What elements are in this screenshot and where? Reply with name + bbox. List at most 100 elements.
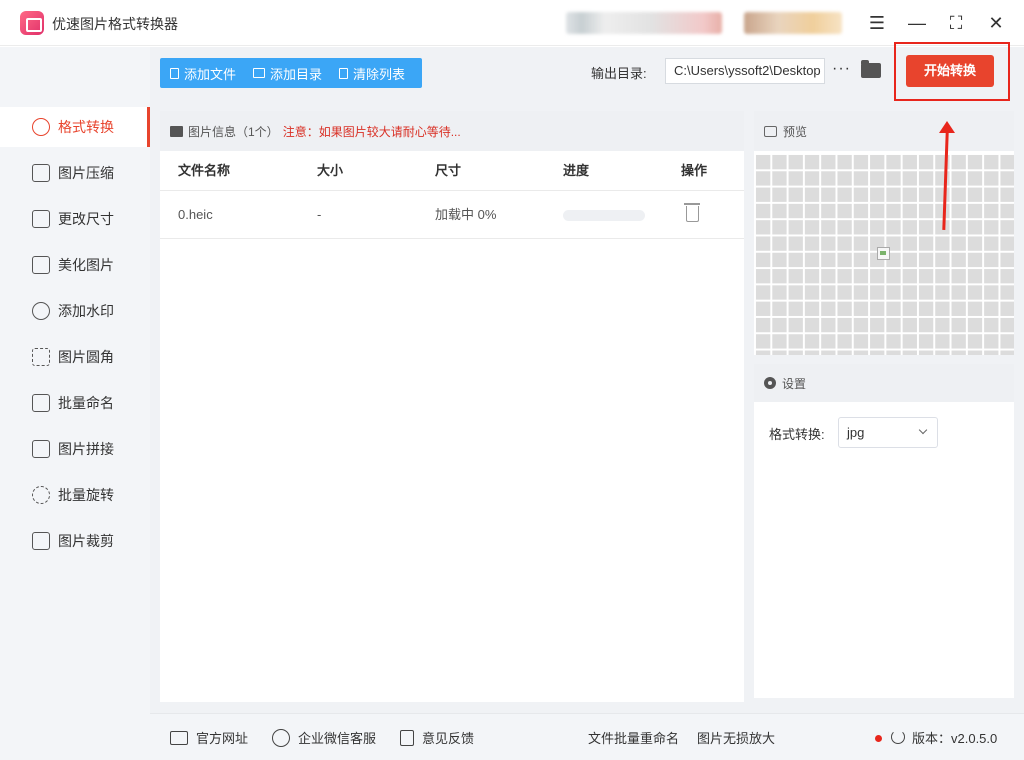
output-path-field[interactable]: C:\Users\yssoft2\Desktop bbox=[665, 58, 825, 84]
trash-icon bbox=[339, 67, 349, 79]
maximize-button[interactable]: ⛶ bbox=[945, 12, 967, 34]
crop-icon bbox=[32, 532, 50, 550]
format-select-value: jpg bbox=[847, 425, 865, 440]
chevron-down-icon bbox=[918, 425, 928, 435]
sidebar-item-label: 美化图片 bbox=[58, 257, 114, 273]
rotate-icon bbox=[32, 486, 50, 504]
app-logo-icon bbox=[20, 11, 44, 35]
stitch-icon bbox=[32, 440, 50, 458]
sidebar-item-watermark[interactable]: 添加水印 bbox=[0, 291, 150, 331]
watermark-icon bbox=[32, 302, 50, 320]
file-size-cell: - bbox=[317, 207, 322, 222]
sidebar-item-beautify[interactable]: 美化图片 bbox=[0, 245, 150, 285]
table-header: 文件名称 大小 尺寸 进度 操作 bbox=[160, 151, 744, 191]
preview-icon bbox=[764, 125, 777, 137]
sidebar-item-rename[interactable]: 批量命名 bbox=[0, 383, 150, 423]
sidebar-item-label: 图片裁剪 bbox=[58, 533, 114, 549]
warning-text: 注意：如果图片较大请耐心等待... bbox=[282, 124, 461, 139]
website-icon bbox=[170, 730, 188, 745]
feedback-label: 意见反馈 bbox=[422, 731, 475, 746]
add-file-label: 添加文件 bbox=[184, 66, 237, 82]
image-icon bbox=[170, 125, 183, 137]
blurred-user-info bbox=[566, 12, 722, 34]
col-actions: 操作 bbox=[681, 163, 708, 178]
file-icon bbox=[170, 67, 179, 79]
sidebar-item-label: 图片圆角 bbox=[58, 349, 114, 365]
settings-panel: 设置 格式转换: jpg bbox=[754, 364, 1014, 698]
sidebar-item-rounded-corner[interactable]: 图片圆角 bbox=[0, 337, 150, 377]
open-folder-icon[interactable] bbox=[861, 60, 881, 78]
file-name-cell: 0.heic bbox=[178, 207, 213, 222]
file-list-panel: 图片信息（1个） 注意：如果图片较大请耐心等待... 文件名称 大小 尺寸 进度… bbox=[160, 111, 744, 702]
title-bar: 优速图片格式转换器 ☰ — ⛶ ✕ bbox=[0, 0, 1024, 46]
website-link[interactable]: 官方网址 bbox=[170, 728, 248, 747]
sidebar-item-label: 图片拼接 bbox=[58, 441, 114, 457]
close-button[interactable]: ✕ bbox=[985, 12, 1007, 34]
sidebar-item-label: 更改尺寸 bbox=[58, 211, 114, 227]
sidebar-item-stitch[interactable]: 图片拼接 bbox=[0, 429, 150, 469]
folder-icon bbox=[253, 68, 266, 78]
lossless-upscale-link[interactable]: 图片无损放大 bbox=[697, 728, 775, 747]
sidebar-item-resize[interactable]: 更改尺寸 bbox=[0, 199, 150, 239]
refresh-icon[interactable] bbox=[891, 730, 905, 744]
delete-icon[interactable] bbox=[684, 203, 700, 222]
preview-panel: 预览 bbox=[754, 111, 1014, 355]
resize-icon bbox=[32, 210, 50, 228]
batch-rename-link[interactable]: 文件批量重命名 bbox=[588, 728, 679, 747]
format-label: 格式转换: bbox=[769, 427, 825, 442]
minimize-button[interactable]: — bbox=[906, 12, 928, 34]
rounded-corner-icon bbox=[32, 348, 50, 366]
blurred-user-avatar bbox=[744, 12, 842, 34]
format-select[interactable]: jpg bbox=[838, 417, 938, 448]
compress-icon bbox=[32, 164, 50, 182]
annotation-arrow-head bbox=[939, 121, 955, 133]
col-dimensions: 尺寸 bbox=[435, 163, 462, 178]
preview-header: 预览 bbox=[754, 111, 1014, 151]
format-convert-icon bbox=[32, 118, 50, 136]
wechat-support-link[interactable]: 企业微信客服 bbox=[272, 728, 376, 747]
feedback-link[interactable]: 意见反馈 bbox=[400, 728, 474, 747]
toolbar-button-group: 添加文件 添加目录 清除列表 bbox=[160, 58, 422, 88]
wechat-label: 企业微信客服 bbox=[298, 731, 377, 746]
sidebar-item-label: 添加水印 bbox=[58, 303, 114, 319]
version-label: 版本：v2.0.5.0 bbox=[912, 731, 998, 746]
settings-header: 设置 bbox=[754, 364, 1014, 402]
col-filename: 文件名称 bbox=[178, 163, 231, 178]
add-folder-label: 添加目录 bbox=[270, 66, 323, 82]
sidebar-item-label: 批量旋转 bbox=[58, 487, 114, 503]
app-title: 优速图片格式转换器 bbox=[52, 16, 178, 32]
hamburger-menu-icon[interactable]: ☰ bbox=[866, 12, 888, 34]
clear-list-label: 清除列表 bbox=[353, 66, 406, 82]
sidebar-item-rotate[interactable]: 批量旋转 bbox=[0, 475, 150, 515]
file-panel-header: 图片信息（1个） 注意：如果图片较大请耐心等待... bbox=[160, 111, 744, 151]
notification-dot bbox=[875, 735, 882, 742]
rename-icon bbox=[32, 394, 50, 412]
col-progress: 进度 bbox=[563, 163, 590, 178]
sidebar-item-crop[interactable]: 图片裁剪 bbox=[0, 521, 150, 561]
preview-title: 预览 bbox=[783, 124, 808, 139]
website-label: 官方网址 bbox=[196, 731, 249, 746]
sidebar-item-label: 格式转换 bbox=[58, 119, 114, 135]
clear-list-button[interactable]: 清除列表 bbox=[329, 58, 412, 88]
broken-image-icon bbox=[877, 247, 890, 260]
sidebar: 格式转换 图片压缩 更改尺寸 美化图片 添加水印 图片圆角 批量命名 图片拼接 … bbox=[0, 47, 150, 760]
file-panel-title: 图片信息（1个） bbox=[188, 124, 279, 139]
progress-bar bbox=[563, 210, 645, 221]
footer-bar: 官方网址 企业微信客服 意见反馈 文件批量重命名 图片无损放大 版本：v2.0.… bbox=[150, 713, 1024, 760]
col-size: 大小 bbox=[317, 163, 344, 178]
browse-more-button[interactable]: ··· bbox=[832, 60, 851, 78]
sidebar-item-label: 批量命名 bbox=[58, 395, 114, 411]
add-file-button[interactable]: 添加文件 bbox=[160, 58, 243, 88]
beautify-icon bbox=[32, 256, 50, 274]
table-row[interactable]: 0.heic - 加载中 0% bbox=[160, 191, 744, 239]
file-dimensions-cell: 加载中 0% bbox=[435, 207, 497, 222]
sidebar-item-label: 图片压缩 bbox=[58, 165, 114, 181]
add-folder-button[interactable]: 添加目录 bbox=[243, 58, 329, 88]
sidebar-item-compress[interactable]: 图片压缩 bbox=[0, 153, 150, 193]
feedback-icon bbox=[400, 729, 414, 746]
sidebar-item-format-convert[interactable]: 格式转换 bbox=[0, 107, 150, 147]
wechat-icon bbox=[272, 728, 290, 747]
settings-title: 设置 bbox=[782, 376, 807, 391]
output-dir-label: 输出目录: bbox=[591, 66, 647, 81]
start-convert-button[interactable]: 开始转换 bbox=[906, 55, 994, 87]
